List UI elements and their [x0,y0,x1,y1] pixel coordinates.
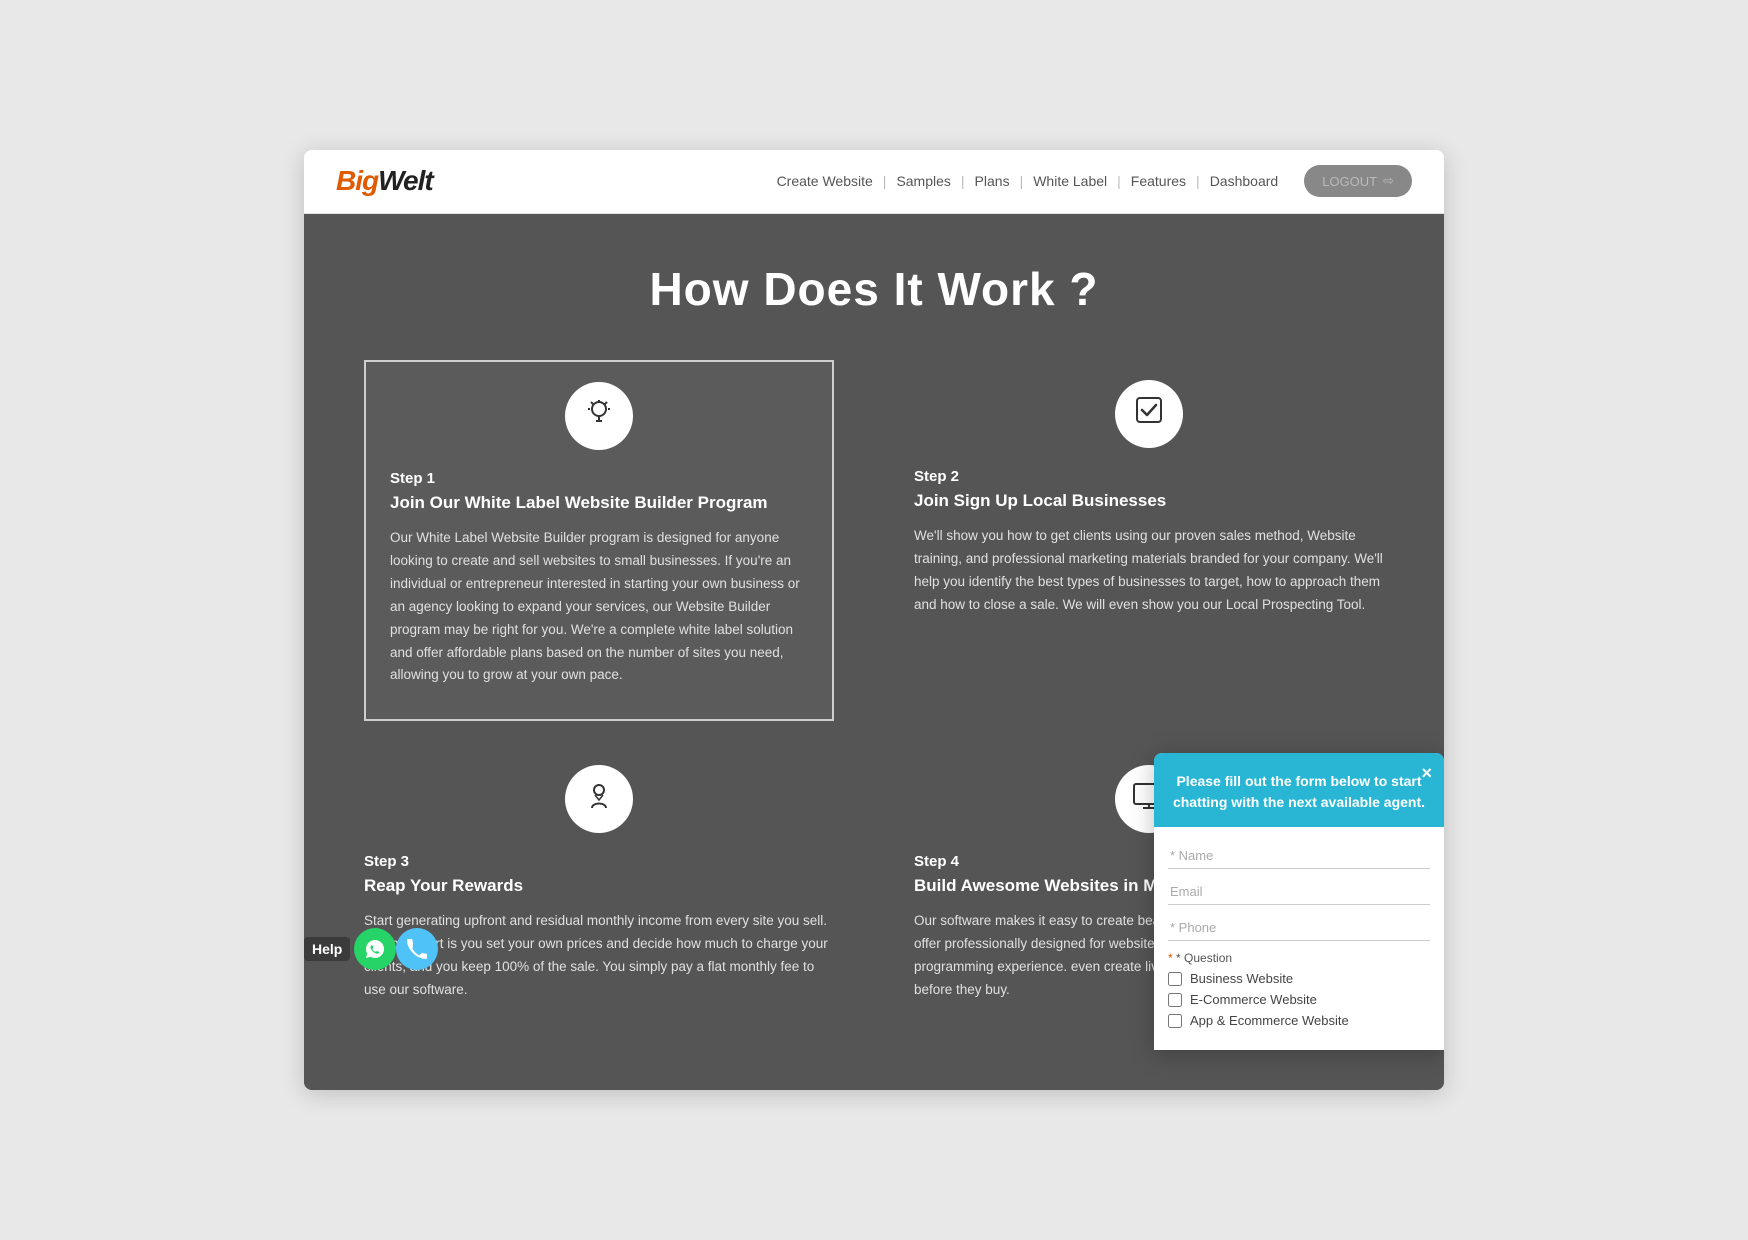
checkbox-app-ecommerce: App & Ecommerce Website [1168,1013,1430,1028]
chat-name-input[interactable] [1168,843,1430,869]
question-text: * Question [1176,951,1232,965]
steps-row-1: Step 1 Join Our White Label Website Buil… [364,360,1384,722]
logout-icon: ⇨ [1383,173,1394,189]
step-2-number: Step 2 [914,468,1384,485]
logout-label: LOGOUT [1322,174,1377,189]
header: BigWelt Create Website | Samples | Plans… [304,150,1444,214]
nav-samples[interactable]: Samples [892,173,954,189]
step-2-box: Step 2 Join Sign Up Local Businesses We'… [914,360,1384,722]
chat-header-text: Please fill out the form below to start … [1170,771,1428,813]
step-3-box: Step 3 Reap Your Rewards Start generatin… [364,745,834,1034]
question-star: * [1168,951,1173,965]
step-3-icon [583,780,615,819]
chat-phone-field [1168,915,1430,941]
nav-divider-4: | [1117,173,1121,189]
logo-welt: Welt [378,165,433,196]
step-3-number: Step 3 [364,853,834,870]
logo-big: Big [336,165,378,196]
question-label: * * Question [1168,951,1430,965]
nav-links: Create Website | Samples | Plans | White… [773,165,1412,197]
nav-create-website[interactable]: Create Website [773,173,877,189]
chat-email-field [1168,879,1430,905]
hero-title: How Does It Work ? [364,262,1384,316]
checkbox-business: Business Website [1168,971,1430,986]
nav-divider-2: | [961,173,965,189]
nav-divider-3: | [1020,173,1024,189]
chat-header: × Please fill out the form below to star… [1154,753,1444,827]
chat-name-field [1168,843,1430,869]
step-3-icon-circle [565,765,633,833]
checkbox-ecommerce-input[interactable] [1168,993,1182,1007]
checkbox-app-ecommerce-label: App & Ecommerce Website [1190,1013,1349,1028]
nav-white-label[interactable]: White Label [1029,173,1111,189]
nav-divider-5: | [1196,173,1200,189]
step-2-heading: Join Sign Up Local Businesses [914,491,1384,511]
step-2-icon [1133,394,1165,433]
checkbox-business-label: Business Website [1190,971,1293,986]
step-2-text: We'll show you how to get clients using … [914,525,1384,617]
help-icons [354,928,438,970]
step-1-icon-circle [565,382,633,450]
step-1-number: Step 1 [390,470,808,487]
phone-icon[interactable] [396,928,438,970]
chat-email-input[interactable] [1168,879,1430,905]
step-1-box: Step 1 Join Our White Label Website Buil… [364,360,834,722]
help-label: Help [304,937,350,961]
logout-button[interactable]: LOGOUT ⇨ [1304,165,1412,197]
step-2-icon-circle [1115,380,1183,448]
help-widget[interactable]: Help [304,928,438,970]
chat-body: * * Question Business Website E-Commerce… [1154,827,1444,1050]
chat-close-button[interactable]: × [1421,763,1432,784]
nav-features[interactable]: Features [1127,173,1190,189]
step-1-heading: Join Our White Label Website Builder Pro… [390,493,808,513]
checkbox-app-ecommerce-input[interactable] [1168,1014,1182,1028]
step-1-text: Our White Label Website Builder program … [390,527,808,688]
nav-plans[interactable]: Plans [971,173,1014,189]
chat-phone-input[interactable] [1168,915,1430,941]
browser-window: BigWelt Create Website | Samples | Plans… [304,150,1444,1090]
hero-section: How Does It Work ? [304,214,1444,1090]
step-3-heading: Reap Your Rewards [364,876,834,896]
checkbox-ecommerce: E-Commerce Website [1168,992,1430,1007]
step-1-icon [583,396,615,435]
nav-dashboard[interactable]: Dashboard [1206,173,1283,189]
checkbox-business-input[interactable] [1168,972,1182,986]
logo: BigWelt [336,165,433,197]
nav-divider-1: | [883,173,887,189]
checkbox-ecommerce-label: E-Commerce Website [1190,992,1317,1007]
whatsapp-icon[interactable] [354,928,396,970]
chat-popup: × Please fill out the form below to star… [1154,753,1444,1050]
